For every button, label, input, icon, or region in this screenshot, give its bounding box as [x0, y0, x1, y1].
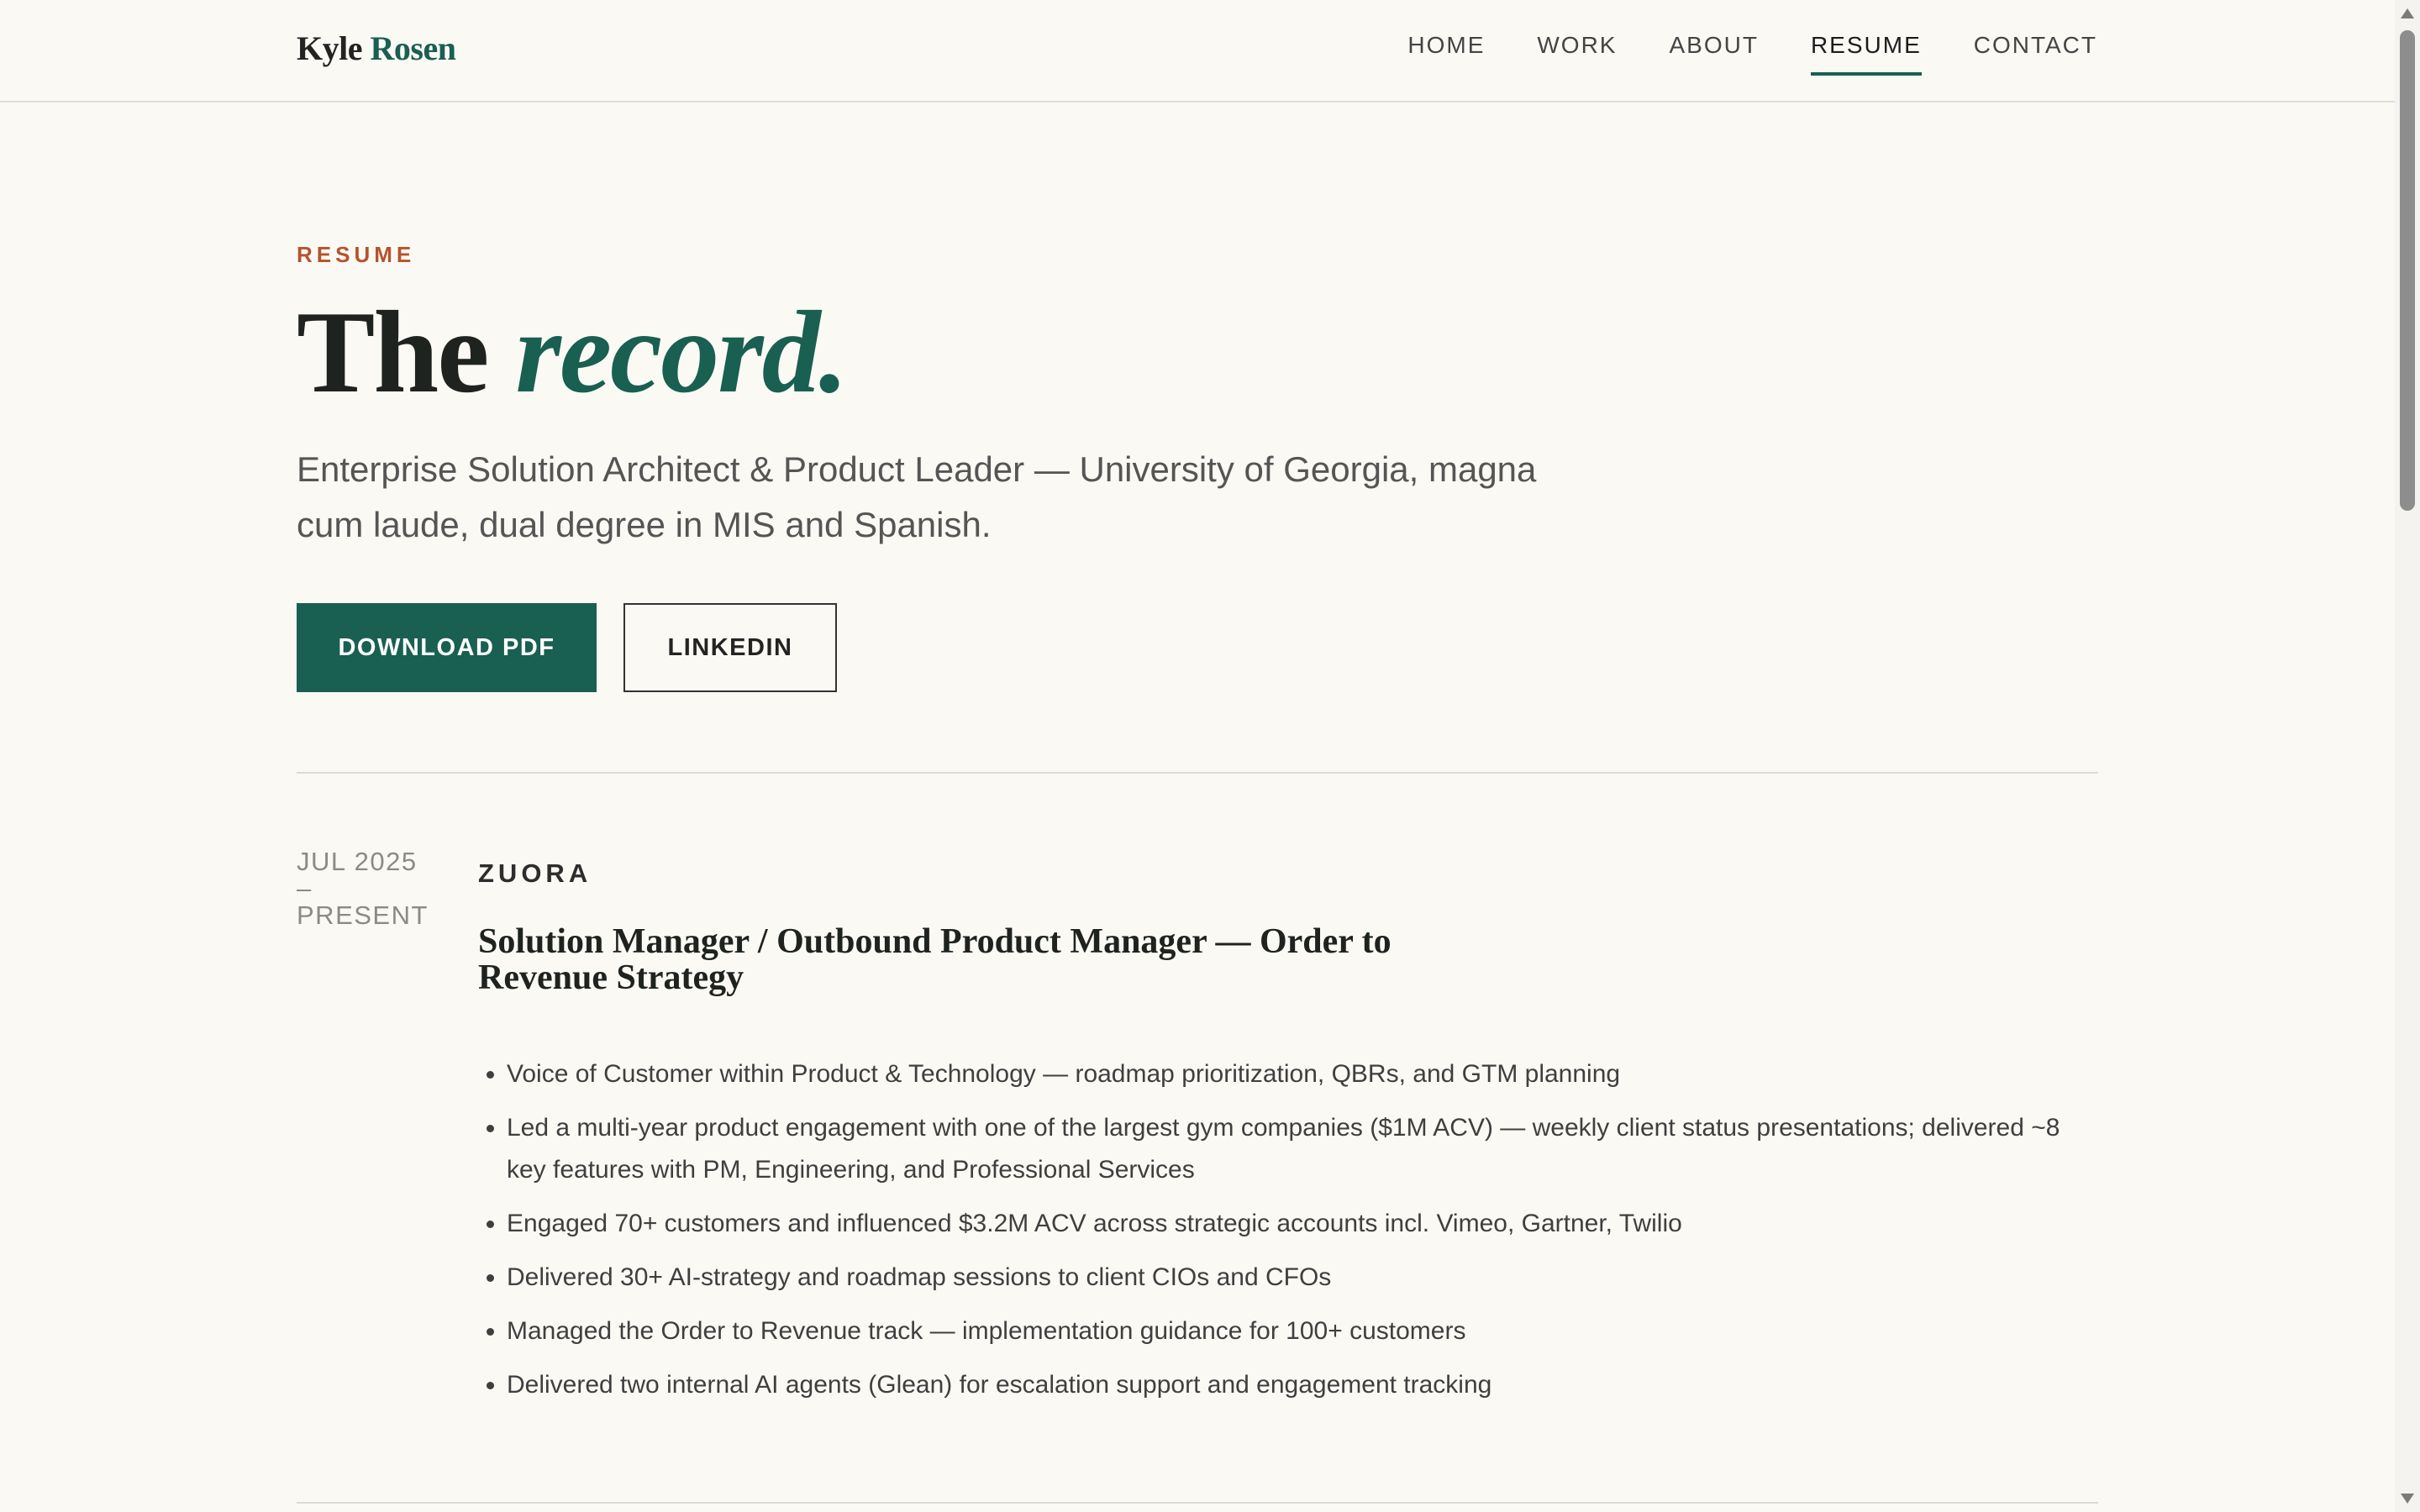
period-end: PRESENT — [297, 900, 429, 930]
linkedin-button[interactable]: LINKEDIN — [623, 603, 837, 692]
list-item: Led a multi-year product engagement with… — [507, 1107, 2098, 1191]
nav-about[interactable]: ABOUT — [1669, 32, 1758, 76]
company-name: ZUORA — [478, 858, 592, 888]
section-divider — [297, 1502, 2098, 1504]
hero-actions: DOWNLOAD PDF LINKEDIN — [297, 603, 837, 692]
logo-last-name: Rosen — [370, 29, 456, 67]
experience-period: JUL 2025 – PRESENT — [297, 848, 456, 929]
nav-work[interactable]: WORK — [1537, 32, 1617, 76]
page-eyebrow: RESUME — [297, 242, 416, 267]
role-title: Solution Manager / Outbound Product Mana… — [478, 922, 1392, 997]
period-dash: – — [297, 874, 313, 903]
list-item: Engaged 70+ customers and influenced $3.… — [507, 1203, 2098, 1245]
scrollbar-thumb[interactable] — [2400, 30, 2415, 511]
nav-home[interactable]: HOME — [1407, 32, 1485, 76]
list-item: Delivered 30+ AI-strategy and roadmap se… — [507, 1257, 2098, 1299]
headline-plain: The — [297, 287, 489, 417]
page-title: The record. — [297, 294, 849, 412]
page-subtitle: Enterprise Solution Architect & Product … — [297, 449, 1537, 544]
experience-entry: ZUORA Solution Manager / Outbound Produc… — [478, 858, 2098, 1399]
page-scrollbar[interactable] — [2395, 0, 2420, 1512]
nav-resume[interactable]: RESUME — [1810, 32, 1922, 76]
scroll-up-icon[interactable] — [2401, 8, 2414, 18]
logo-first-name: Kyle — [297, 29, 362, 67]
download-pdf-button[interactable]: DOWNLOAD PDF — [297, 603, 597, 692]
list-item: Managed the Order to Revenue track — imp… — [507, 1310, 2098, 1352]
site-header: Kyle Rosen HOME WORK ABOUT RESUME CONTAC… — [0, 0, 2395, 102]
site-logo[interactable]: Kyle Rosen — [297, 29, 456, 68]
period-start: JUL 2025 — [297, 847, 418, 876]
main-nav: HOME WORK ABOUT RESUME CONTACT — [1355, 32, 2097, 76]
headline-accent: record. — [515, 287, 848, 417]
experience-bullets: Voice of Customer within Product & Techn… — [478, 1053, 2098, 1418]
nav-contact[interactable]: CONTACT — [1974, 32, 2097, 76]
scroll-down-icon[interactable] — [2401, 1494, 2414, 1504]
section-divider — [297, 772, 2098, 774]
list-item: Delivered two internal AI agents (Glean)… — [507, 1364, 2098, 1406]
list-item: Voice of Customer within Product & Techn… — [507, 1053, 2098, 1095]
